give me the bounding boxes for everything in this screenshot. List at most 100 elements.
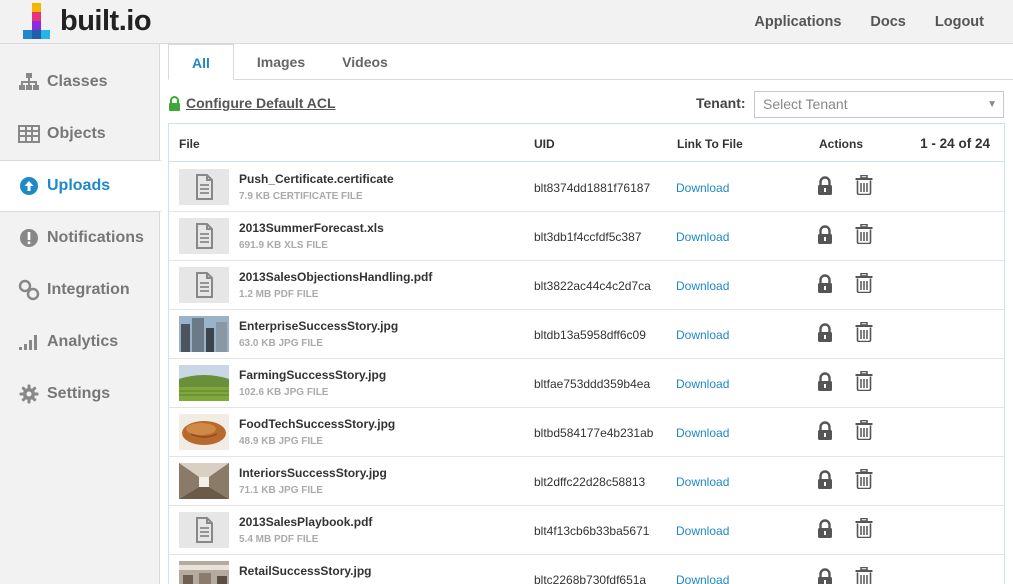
sidebar-item-label: Objects [47, 125, 106, 142]
file-meta: 1.2 MB PDF FILE [239, 289, 319, 300]
nav-logout[interactable]: Logout [935, 14, 984, 30]
uploads-table: File UID Link To File Actions 1 - 24 of … [168, 123, 1005, 584]
file-uid: blt2dffc22d28c58813 [534, 475, 646, 489]
table-row[interactable]: InteriorsSuccessStory.jpg 71.1 KB JPG FIL… [169, 457, 1004, 506]
file-meta: 7.9 KB CERTIFICATE FILE [239, 191, 363, 202]
sidebar-item-notifications[interactable]: Notifications [0, 212, 159, 264]
trash-icon[interactable] [855, 566, 873, 584]
sidebar-item-integration[interactable]: Integration [0, 264, 159, 316]
tenant-select[interactable]: Select Tenant ▼ [754, 91, 1004, 118]
sidebar-item-objects[interactable]: Objects [0, 108, 159, 160]
sidebar-item-classes[interactable]: Classes [0, 56, 159, 108]
file-name[interactable]: 2013SummerForecast.xls [239, 221, 384, 235]
file-thumbnail[interactable] [179, 218, 229, 254]
file-thumbnail[interactable] [179, 267, 229, 303]
pager-end: 24 [939, 136, 955, 151]
lock-icon[interactable] [817, 421, 833, 445]
sidebar-item-label: Settings [47, 385, 111, 402]
file-uid: blt8374dd1881f76187 [534, 181, 651, 195]
trash-icon[interactable] [855, 223, 873, 249]
table-row[interactable]: EnterpriseSuccessStory.jpg 63.0 KB JPG FI… [169, 310, 1004, 359]
file-uid: blt4f13cb6b33ba5671 [534, 524, 650, 538]
trash-icon[interactable] [855, 321, 873, 347]
download-link[interactable]: Download [676, 426, 729, 440]
table-row[interactable]: 2013SummerForecast.xls 691.9 KB XLS FILE b… [169, 212, 1004, 261]
lock-icon[interactable] [817, 225, 833, 249]
bars-icon [18, 331, 40, 353]
file-name[interactable]: FoodTechSuccessStory.jpg [239, 417, 395, 431]
trash-icon[interactable] [855, 517, 873, 543]
trash-icon[interactable] [855, 174, 873, 200]
sidebar-item-analytics[interactable]: Analytics [0, 316, 159, 368]
tab-images[interactable]: Images [248, 44, 314, 80]
gear-icon [18, 383, 40, 405]
download-link[interactable]: Download [676, 524, 729, 538]
tab-videos[interactable]: Videos [332, 44, 398, 80]
file-name[interactable]: InteriorsSuccessStory.jpg [239, 466, 387, 480]
trash-icon[interactable] [855, 272, 873, 298]
header-uid: UID [534, 137, 555, 151]
caret-down-icon: ▼ [987, 99, 997, 110]
file-thumbnail[interactable] [179, 463, 229, 499]
header-file: File [179, 137, 200, 151]
table-row[interactable]: FoodTechSuccessStory.jpg 48.9 KB JPG FILE… [169, 408, 1004, 457]
lock-icon[interactable] [817, 470, 833, 494]
download-link[interactable]: Download [676, 475, 729, 489]
sidebar-item-settings[interactable]: Settings [0, 368, 159, 420]
pager-of: of [958, 136, 972, 151]
file-thumbnail[interactable] [179, 512, 229, 548]
file-uid: bltfae753ddd359b4ea [534, 377, 651, 391]
file-name[interactable]: FarmingSuccessStory.jpg [239, 368, 386, 382]
lock-icon[interactable] [817, 274, 833, 298]
file-uid: bltc2268b730fdf651a [534, 573, 647, 584]
download-link[interactable]: Download [676, 377, 729, 391]
file-thumbnail[interactable] [179, 316, 229, 352]
table-row[interactable]: 2013SalesObjectionsHandling.pdf 1.2 MB PD… [169, 261, 1004, 310]
logo-text: built.io [60, 5, 152, 37]
nav-docs[interactable]: Docs [870, 14, 905, 30]
download-link[interactable]: Download [676, 328, 729, 342]
sidebar-item-label: Uploads [47, 177, 111, 194]
header: built.io Applications Docs Logout [0, 0, 1013, 44]
file-meta: 5.4 MB PDF FILE [239, 534, 319, 545]
trash-icon[interactable] [855, 370, 873, 396]
lock-icon[interactable] [817, 176, 833, 200]
file-meta: 63.0 KB JPG FILE [239, 338, 323, 349]
trash-icon[interactable] [855, 419, 873, 445]
download-link[interactable]: Download [676, 230, 729, 244]
file-name[interactable]: 2013SalesObjectionsHandling.pdf [239, 270, 432, 284]
table-row[interactable]: RetailSuccessStory.jpg bltc2268b730fdf651… [169, 555, 1004, 584]
nav-applications[interactable]: Applications [754, 14, 841, 30]
lock-icon[interactable] [817, 372, 833, 396]
download-link[interactable]: Download [676, 279, 729, 293]
alert-icon [18, 227, 40, 249]
logo[interactable]: built.io [18, 3, 158, 41]
lock-icon[interactable] [817, 323, 833, 347]
file-thumbnail[interactable] [179, 365, 229, 401]
lock-icon [169, 95, 180, 111]
pager-total: 24 [974, 136, 990, 151]
file-name[interactable]: 2013SalesPlaybook.pdf [239, 515, 372, 529]
file-name[interactable]: EnterpriseSuccessStory.jpg [239, 319, 398, 333]
file-name[interactable]: RetailSuccessStory.jpg [239, 564, 372, 578]
file-thumbnail[interactable] [179, 561, 229, 584]
table-row[interactable]: 2013SalesPlaybook.pdf 5.4 MB PDF FILE blt4… [169, 506, 1004, 555]
tab-all[interactable]: All [168, 44, 234, 80]
trash-icon[interactable] [855, 468, 873, 494]
table-row[interactable]: FarmingSuccessStory.jpg 102.6 KB JPG FILE… [169, 359, 1004, 408]
pagination: 1 - 24 of 24 [920, 136, 990, 151]
download-link[interactable]: Download [676, 181, 729, 195]
lock-icon[interactable] [817, 519, 833, 543]
sidebar-item-label: Classes [47, 73, 108, 90]
configure-acl-link[interactable]: Configure Default ACL [186, 95, 336, 111]
file-name[interactable]: Push_Certificate.certificate [239, 172, 394, 186]
lock-icon[interactable] [817, 568, 833, 584]
upload-icon [18, 175, 40, 197]
file-thumbnail[interactable] [179, 169, 229, 205]
file-uid: blt3822ac44c4c2d7ca [534, 279, 651, 293]
table-row[interactable]: Push_Certificate.certificate 7.9 KB CERTI… [169, 163, 1004, 212]
file-thumbnail[interactable] [179, 414, 229, 450]
table-header: File UID Link To File Actions 1 - 24 of … [169, 124, 1004, 162]
sidebar-item-uploads[interactable]: Uploads [0, 160, 161, 212]
download-link[interactable]: Download [676, 573, 729, 584]
